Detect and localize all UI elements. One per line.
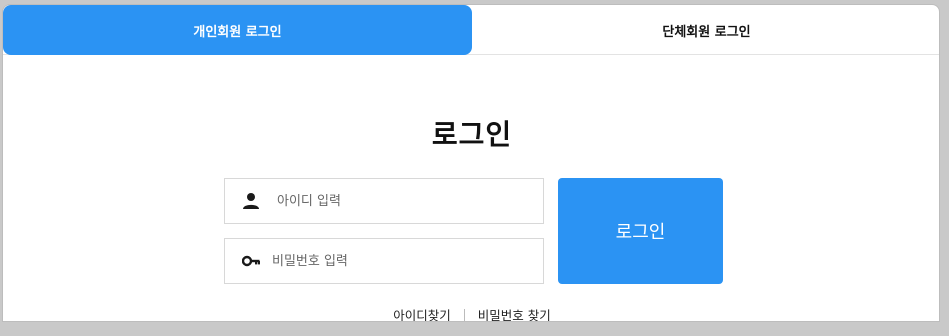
person-icon <box>242 192 260 210</box>
find-password-link[interactable]: 비밀번호 찾기 <box>478 305 551 321</box>
login-tabs: 개인회원 로그인 단체회원 로그인 <box>3 5 939 55</box>
login-button[interactable]: 로그인 <box>558 178 723 284</box>
password-field[interactable] <box>224 238 544 284</box>
password-input[interactable] <box>272 241 522 281</box>
id-field[interactable] <box>224 178 544 224</box>
id-input[interactable] <box>277 181 527 221</box>
link-divider <box>463 308 465 321</box>
login-panel: 개인회원 로그인 단체회원 로그인 로그인 아이디 입력 로그인 아이디찾기 비… <box>2 4 940 322</box>
tab-group-login[interactable]: 단체회원 로그인 <box>472 5 939 55</box>
account-links: 아이디찾기 비밀번호 찾기 <box>16 305 928 321</box>
page-title: 로그인 <box>431 118 513 151</box>
login-form: 로그인 로그인 아이디찾기 <box>16 55 928 321</box>
tab-individual-login[interactable]: 개인회원 로그인 <box>3 5 472 55</box>
key-icon <box>242 252 260 270</box>
find-id-link[interactable]: 아이디찾기 <box>393 305 451 321</box>
